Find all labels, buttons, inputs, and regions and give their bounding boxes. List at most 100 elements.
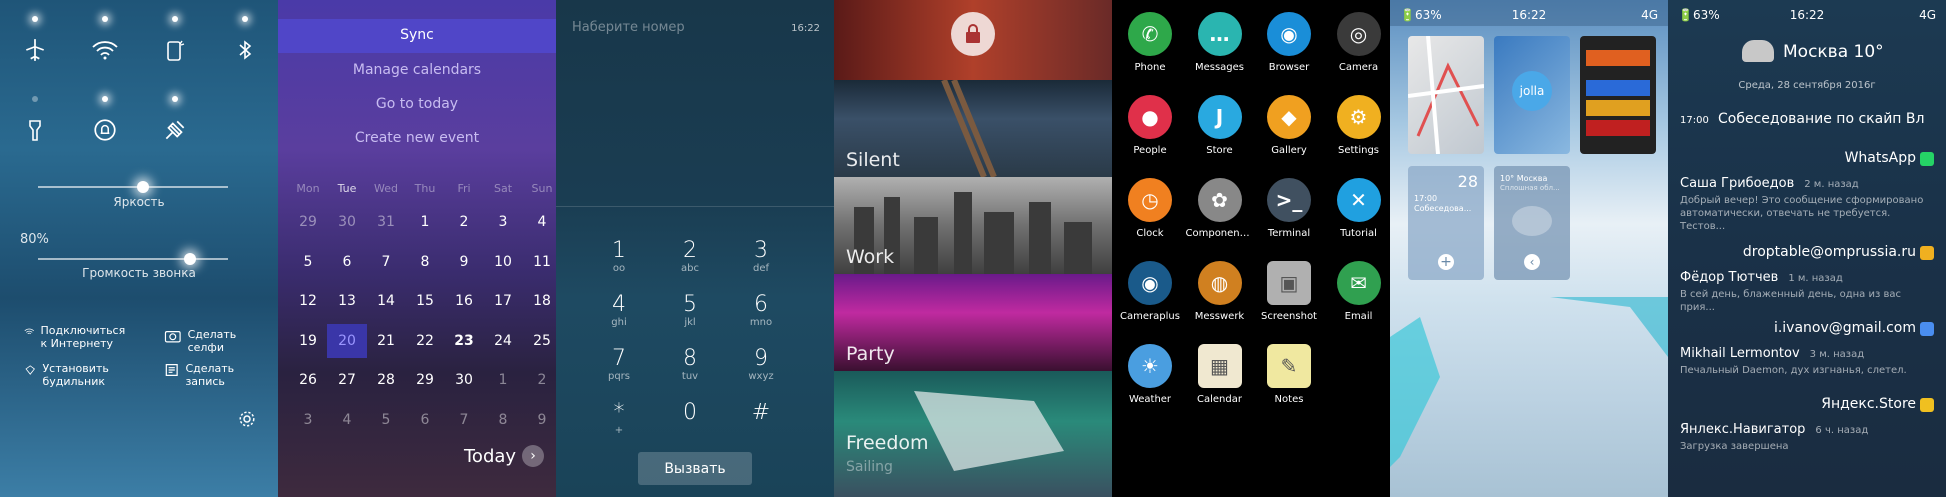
app-email[interactable]: ✉ Email	[1325, 261, 1391, 322]
key-#[interactable]: #	[726, 400, 796, 425]
calendar-day[interactable]: 22	[405, 324, 445, 358]
calendar-day[interactable]: 20	[327, 323, 367, 358]
calendar-day[interactable]: 16	[444, 284, 484, 318]
calendar-day[interactable]: 2	[522, 363, 556, 397]
app-weather[interactable]: ☀ Weather	[1116, 344, 1184, 405]
calendar-day[interactable]: 19	[288, 324, 328, 358]
key-7[interactable]: 7 pqrs	[584, 346, 654, 382]
calendar-day[interactable]: 8	[405, 245, 445, 279]
cover-store-list[interactable]	[1580, 36, 1656, 154]
calendar-day[interactable]: 12	[288, 284, 328, 318]
ambience-freedom[interactable]: Freedom Sailing	[834, 371, 1112, 497]
cover-calendar[interactable]: 28 17:00 Собеседова... +	[1408, 166, 1484, 280]
lock-button[interactable]	[951, 12, 995, 56]
app-clock[interactable]: ◷ Clock	[1116, 178, 1184, 239]
calendar-day[interactable]: 5	[288, 245, 328, 279]
calendar-day[interactable]: 3	[483, 205, 523, 239]
calendar-day[interactable]: 3	[288, 403, 328, 437]
calendar-day[interactable]: 18	[522, 284, 556, 318]
app-browser[interactable]: ◉ Browser	[1255, 12, 1323, 73]
app-components[interactable]: ✿ Components...	[1186, 178, 1254, 239]
calendar-day[interactable]: 24	[483, 324, 523, 358]
app-gallery[interactable]: ◆ Gallery	[1255, 95, 1323, 156]
wifi-toggle[interactable]	[85, 16, 125, 70]
key-*[interactable]: * +	[584, 400, 654, 436]
calendar-day[interactable]: 9	[522, 403, 556, 437]
menu-create-event[interactable]: Create new event	[278, 130, 556, 146]
location-toggle[interactable]	[155, 96, 195, 150]
calendar-day[interactable]: 1	[405, 205, 445, 239]
app-calendar[interactable]: ▦ Calendar	[1186, 344, 1254, 405]
calendar-day[interactable]: 7	[366, 245, 406, 279]
key-8[interactable]: 8 tuv	[655, 346, 725, 382]
calendar-day[interactable]: 10	[483, 245, 523, 279]
notification-group-title[interactable]: Яндекс.Store	[1821, 396, 1916, 412]
calendar-day[interactable]: 26	[288, 363, 328, 397]
app-store[interactable]: J Store	[1186, 95, 1254, 156]
key-9[interactable]: 9 wxyz	[726, 346, 796, 382]
notification-group-title[interactable]: droptable@omprussia.ru	[1743, 244, 1916, 260]
app-notes[interactable]: ✎ Notes	[1255, 344, 1323, 405]
calendar-day[interactable]: 23	[444, 324, 484, 358]
calendar-day[interactable]: 4	[522, 205, 556, 239]
calendar-day[interactable]: 9	[444, 245, 484, 279]
volume-knob[interactable]	[184, 253, 196, 265]
app-camera[interactable]: ◎ Camera	[1325, 12, 1391, 73]
add-icon[interactable]: +	[1438, 254, 1454, 270]
calendar-day[interactable]: 6	[405, 403, 445, 437]
app-settings[interactable]: ⚙ Settings	[1325, 95, 1391, 156]
calendar-day[interactable]: 25	[522, 324, 556, 358]
calendar-day[interactable]: 27	[327, 363, 367, 397]
calendar-day[interactable]: 6	[327, 245, 367, 279]
calendar-day[interactable]: 29	[405, 363, 445, 397]
notification-group-title[interactable]: WhatsApp	[1845, 150, 1916, 166]
shortcut-note[interactable]: Сделать запись	[164, 362, 274, 388]
key-3[interactable]: 3 def	[726, 238, 796, 274]
app-terminal[interactable]: >_ Terminal	[1255, 178, 1323, 239]
key-4[interactable]: 4 ghi	[584, 292, 654, 328]
settings-gear-button[interactable]	[238, 410, 256, 432]
key-6[interactable]: 6 mno	[726, 292, 796, 328]
event-title[interactable]: Собеседование по скайп Вл	[1718, 111, 1946, 127]
cover-navigator[interactable]	[1408, 36, 1484, 154]
calendar-day[interactable]: 11	[522, 245, 556, 279]
shortcut-alarm[interactable]: Установить будильник	[24, 362, 134, 388]
calendar-day[interactable]: 5	[366, 403, 406, 437]
ambience-silent[interactable]: Silent	[834, 80, 1112, 177]
app-messages[interactable]: … Messages	[1186, 12, 1254, 73]
shortcut-connect[interactable]: Подключиться к Интернету	[24, 324, 134, 350]
calendar-day[interactable]: 17	[483, 284, 523, 318]
calendar-day[interactable]: 1	[483, 363, 523, 397]
calendar-day[interactable]: 30	[327, 205, 367, 239]
app-cameraplus[interactable]: ◉ Cameraplus	[1116, 261, 1184, 322]
volume-slider[interactable]	[38, 253, 228, 265]
key-5[interactable]: 5 jkl	[655, 292, 725, 328]
flashlight-toggle[interactable]	[15, 96, 55, 150]
call-button[interactable]: Вызвать	[638, 452, 752, 485]
app-phone[interactable]: ✆ Phone	[1116, 12, 1184, 73]
notification-header[interactable]: Янлекс.Навигатор 6 ч. назад	[1680, 422, 1868, 437]
airplane-mode-toggle[interactable]	[15, 16, 55, 70]
chevron-right-icon[interactable]: ›	[522, 445, 544, 467]
back-icon[interactable]: ‹	[1524, 254, 1540, 270]
calendar-day[interactable]: 31	[366, 205, 406, 239]
notification-group-title[interactable]: i.ivanov@gmail.com	[1774, 320, 1916, 336]
mobile-data-toggle[interactable]	[155, 16, 195, 70]
calendar-day[interactable]: 30	[444, 363, 484, 397]
calendar-day[interactable]: 7	[444, 403, 484, 437]
notification-header[interactable]: Саша Грибоедов 2 м. назад	[1680, 176, 1859, 191]
notification-header[interactable]: Mikhail Lermontov 3 м. назад	[1680, 346, 1864, 361]
calendar-day[interactable]: 21	[366, 324, 406, 358]
bluetooth-toggle[interactable]	[225, 16, 265, 70]
calendar-day[interactable]: 8	[483, 403, 523, 437]
calendar-day[interactable]: 15	[405, 284, 445, 318]
today-label[interactable]: Today	[464, 446, 516, 467]
app-tutorial[interactable]: ✕ Tutorial	[1325, 178, 1391, 239]
menu-sync[interactable]: Sync	[278, 27, 556, 43]
key-1[interactable]: 1 oo	[584, 238, 654, 274]
brightness-slider[interactable]	[38, 181, 228, 193]
menu-go-to-today[interactable]: Go to today	[278, 96, 556, 112]
shortcut-selfie[interactable]: Сделать селфи	[164, 328, 274, 354]
calendar-day[interactable]: 4	[327, 403, 367, 437]
key-0[interactable]: 0	[655, 400, 725, 425]
